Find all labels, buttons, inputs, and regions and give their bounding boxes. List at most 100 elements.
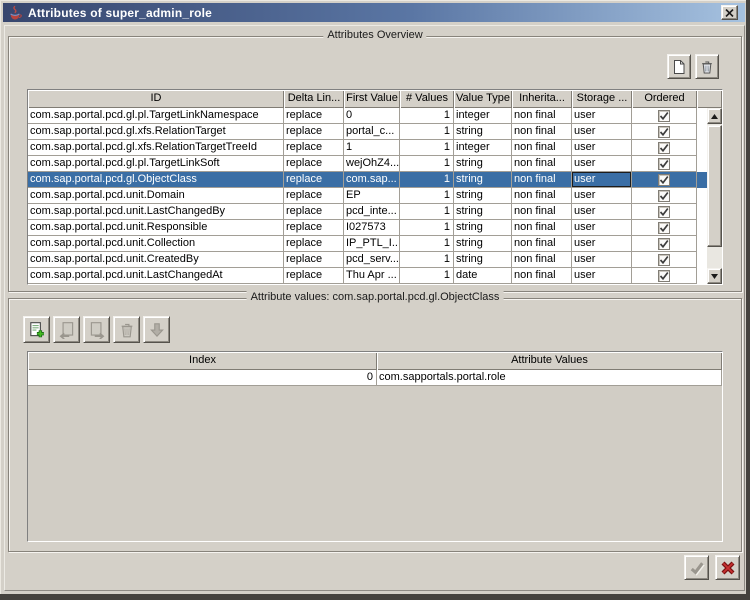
cell-storage: user: [572, 156, 632, 172]
cell-value-type: integer: [454, 140, 512, 156]
attribute-row[interactable]: com.sap.portal.pcd.gl.xfs.RelationTarget…: [28, 124, 722, 140]
checkmark-icon: [659, 127, 669, 137]
cell-value-type: integer: [454, 108, 512, 124]
column-header-first-value[interactable]: First Value: [344, 90, 400, 108]
cell-ordered: [632, 252, 697, 268]
window-edge-right: [746, 0, 750, 600]
column-header-delta-link[interactable]: Delta Lin...: [284, 90, 344, 108]
overview-toolbar: [667, 54, 719, 79]
cell-storage: user: [572, 220, 632, 236]
values-table: Index Attribute Values 0 com.sapportals.…: [27, 351, 723, 542]
cell-id: com.sap.portal.pcd.unit.CreatedBy: [28, 252, 284, 268]
attribute-row[interactable]: com.sap.portal.pcd.gl.pl.TargetLinkSoft …: [28, 156, 722, 172]
cell-num-values: 1: [400, 108, 454, 124]
cell-inheritance: non final: [512, 172, 572, 188]
checkmark-icon: [659, 239, 669, 249]
cell-id: com.sap.portal.pcd.unit.Domain: [28, 188, 284, 204]
cell-id: com.sap.portal.pcd.unit.Responsible: [28, 220, 284, 236]
column-header-value-type[interactable]: Value Type: [454, 90, 512, 108]
values-toolbar: [23, 316, 170, 343]
column-header-attribute-values[interactable]: Attribute Values: [377, 352, 722, 370]
cell-ordered: [632, 188, 697, 204]
dialog-window: Attributes of super_admin_role Attribute…: [0, 0, 750, 600]
cell-delta-link: replace: [284, 156, 344, 172]
document-arrow-right-icon: [88, 321, 106, 339]
attribute-row[interactable]: com.sap.portal.pcd.unit.Responsible repl…: [28, 220, 722, 236]
ordered-checkbox[interactable]: [658, 222, 670, 234]
cell-delta-link: replace: [284, 252, 344, 268]
ok-button[interactable]: [684, 555, 709, 580]
cell-ordered: [632, 268, 697, 284]
column-header-id[interactable]: ID: [28, 90, 284, 108]
ordered-checkbox[interactable]: [658, 126, 670, 138]
cell-id: com.sap.portal.pcd.unit.LastChangedAt: [28, 268, 284, 284]
ordered-checkbox[interactable]: [658, 110, 670, 122]
cell-delta-link: replace: [284, 188, 344, 204]
scrollbar-thumb[interactable]: [707, 125, 722, 247]
delete-attribute-button[interactable]: [695, 54, 719, 79]
cell-value-type: string: [454, 236, 512, 252]
column-header-inheritance[interactable]: Inherita...: [512, 90, 572, 108]
checkmark-icon: [659, 255, 669, 265]
ordered-checkbox[interactable]: [658, 174, 670, 186]
cancel-button[interactable]: [715, 555, 740, 580]
check-icon: [688, 559, 705, 576]
value-back-button[interactable]: [53, 316, 80, 343]
column-header-ordered[interactable]: Ordered: [632, 90, 697, 108]
titlebar[interactable]: Attributes of super_admin_role: [3, 3, 745, 22]
cell-ordered: [632, 236, 697, 252]
values-table-body: 0 com.sapportals.portal.role: [28, 370, 722, 386]
add-value-button[interactable]: [23, 316, 50, 343]
column-header-num-values[interactable]: # Values: [400, 90, 454, 108]
close-button[interactable]: [721, 5, 738, 20]
ordered-checkbox[interactable]: [658, 270, 670, 282]
ordered-checkbox[interactable]: [658, 142, 670, 154]
cell-delta-link: replace: [284, 204, 344, 220]
ordered-checkbox[interactable]: [658, 190, 670, 202]
cell-inheritance: non final: [512, 140, 572, 156]
column-header-index[interactable]: Index: [28, 352, 377, 370]
ordered-checkbox[interactable]: [658, 158, 670, 170]
checkmark-icon: [659, 207, 669, 217]
cell-inheritance: non final: [512, 268, 572, 284]
java-coffee-cup-icon: [7, 5, 23, 21]
attribute-row[interactable]: com.sap.portal.pcd.gl.pl.TargetLinkNames…: [28, 108, 722, 124]
ordered-checkbox[interactable]: [658, 206, 670, 218]
attribute-row[interactable]: com.sap.portal.pcd.gl.xfs.RelationTarget…: [28, 140, 722, 156]
attribute-row[interactable]: com.sap.portal.pcd.unit.Domain replace E…: [28, 188, 722, 204]
window-edge-top: [0, 0, 750, 1]
column-header-storage[interactable]: Storage ...: [572, 90, 632, 108]
cell-first-value: EP: [344, 188, 400, 204]
attribute-row[interactable]: com.sap.portal.pcd.unit.LastChangedBy re…: [28, 204, 722, 220]
attribute-row[interactable]: com.sap.portal.pcd.gl.ObjectClass replac…: [28, 172, 722, 188]
new-attribute-button[interactable]: [667, 54, 691, 79]
cell-storage: user: [572, 204, 632, 220]
cell-storage: user: [572, 236, 632, 252]
attributes-table-body: com.sap.portal.pcd.gl.pl.TargetLinkNames…: [28, 108, 722, 284]
cell-delta-link: replace: [284, 220, 344, 236]
value-forward-button[interactable]: [83, 316, 110, 343]
scroll-up-button[interactable]: [707, 108, 722, 124]
attributes-overview-group: Attributes Overview ID Delta L: [8, 36, 742, 292]
cell-id: com.sap.portal.pcd.unit.LastChangedBy: [28, 204, 284, 220]
cell-attribute-value: com.sapportals.portal.role: [377, 370, 722, 386]
ordered-checkbox[interactable]: [658, 254, 670, 266]
document-arrow-left-icon: [58, 321, 76, 339]
column-header-filler: [697, 90, 722, 108]
cell-storage: user: [572, 124, 632, 140]
delete-value-button[interactable]: [113, 316, 140, 343]
cell-value-type: string: [454, 188, 512, 204]
value-row[interactable]: 0 com.sapportals.portal.role: [28, 370, 722, 386]
ordered-checkbox[interactable]: [658, 238, 670, 250]
cell-ordered: [632, 108, 697, 124]
move-value-down-button[interactable]: [143, 316, 170, 343]
attribute-row[interactable]: com.sap.portal.pcd.unit.LastChangedAt re…: [28, 268, 722, 284]
cell-value-type: string: [454, 124, 512, 140]
attribute-row[interactable]: com.sap.portal.pcd.unit.CreatedBy replac…: [28, 252, 722, 268]
cell-id: com.sap.portal.pcd.gl.pl.TargetLinkNames…: [28, 108, 284, 124]
cell-storage: user: [572, 140, 632, 156]
scroll-down-button[interactable]: [707, 268, 722, 284]
attribute-row[interactable]: com.sap.portal.pcd.unit.Collection repla…: [28, 236, 722, 252]
vertical-scrollbar[interactable]: [707, 108, 722, 284]
checkmark-icon: [659, 271, 669, 281]
